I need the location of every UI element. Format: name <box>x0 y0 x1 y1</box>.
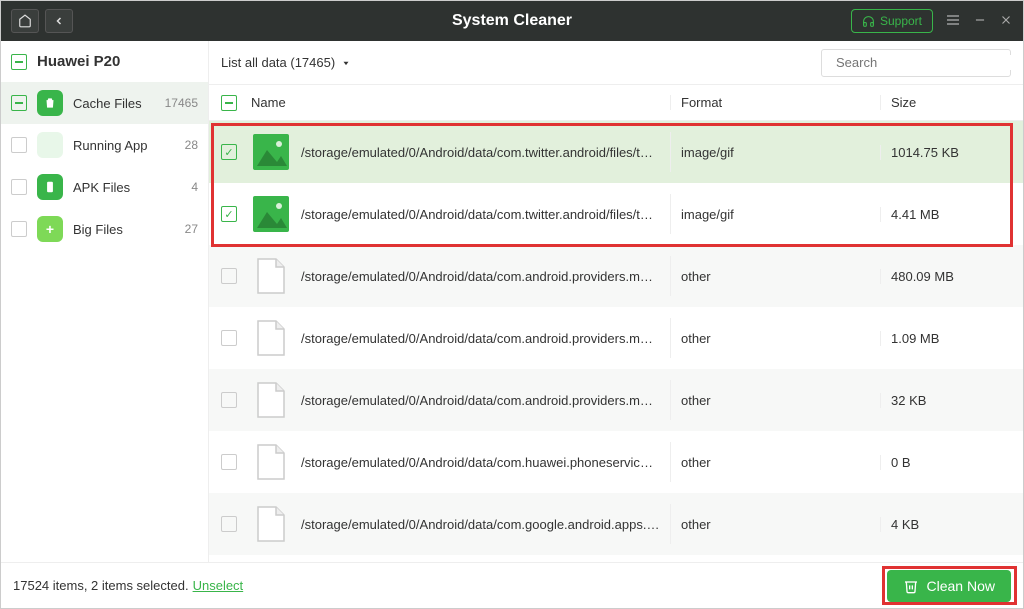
device-row: Huawei P20 <box>1 41 208 82</box>
category-label: Big Files <box>73 222 175 237</box>
row-checkbox[interactable] <box>221 330 237 346</box>
big-files-icon: + <box>37 216 63 242</box>
file-size: 32 KB <box>881 393 1011 408</box>
sidebar-item-running-app[interactable]: Running App 28 <box>1 124 208 166</box>
home-button[interactable] <box>11 9 39 33</box>
file-format: image/gif <box>671 207 881 222</box>
trash-icon <box>903 578 919 594</box>
file-size: 0 B <box>881 455 1011 470</box>
document-icon <box>251 318 291 358</box>
file-size: 480.09 MB <box>881 269 1011 284</box>
category-label: APK Files <box>73 180 181 195</box>
file-format: other <box>671 455 881 470</box>
file-path: /storage/emulated/0/Android/data/com.twi… <box>301 207 660 222</box>
category-checkbox[interactable] <box>11 179 27 195</box>
table-row[interactable]: /storage/emulated/0/Android/data/com.and… <box>209 369 1023 431</box>
row-checkbox[interactable] <box>221 454 237 470</box>
apk-icon <box>37 174 63 200</box>
content-area: List all data (17465) Name Format Size ✓ <box>209 41 1023 562</box>
file-format: other <box>671 269 881 284</box>
file-path: /storage/emulated/0/Android/data/com.and… <box>301 331 660 346</box>
sidebar-item-big-files[interactable]: + Big Files 27 <box>1 208 208 250</box>
document-icon <box>251 256 291 296</box>
sidebar-item-cache-files[interactable]: Cache Files 17465 <box>1 82 208 124</box>
status-text: 17524 items, 2 items selected. <box>13 578 189 593</box>
support-button[interactable]: Support <box>851 9 933 33</box>
row-checkbox[interactable] <box>221 516 237 532</box>
close-icon[interactable] <box>999 13 1013 30</box>
table-row[interactable]: /storage/emulated/0/Android/data/com.and… <box>209 245 1023 307</box>
header-format[interactable]: Format <box>671 95 881 110</box>
file-size: 4.41 MB <box>881 207 1011 222</box>
toolbar: List all data (17465) <box>209 41 1023 85</box>
file-path: /storage/emulated/0/Android/data/com.twi… <box>301 145 660 160</box>
category-count: 27 <box>185 222 198 236</box>
header-size[interactable]: Size <box>881 95 1011 110</box>
chevron-down-icon <box>341 58 351 68</box>
device-name: Huawei P20 <box>37 53 120 70</box>
table-body: ✓ /storage/emulated/0/Android/data/com.t… <box>209 121 1023 562</box>
image-icon <box>251 132 291 172</box>
filter-dropdown[interactable]: List all data (17465) <box>221 55 351 70</box>
category-checkbox[interactable] <box>11 137 27 153</box>
header-name[interactable]: Name <box>251 95 671 110</box>
trash-icon <box>37 90 63 116</box>
file-format: other <box>671 517 881 532</box>
table-header: Name Format Size <box>209 85 1023 121</box>
file-format: other <box>671 393 881 408</box>
file-size: 1.09 MB <box>881 331 1011 346</box>
titlebar: System Cleaner Support <box>1 1 1023 41</box>
clean-now-button[interactable]: Clean Now <box>887 570 1011 602</box>
table-row[interactable]: /storage/emulated/0/Android/data/com.hua… <box>209 431 1023 493</box>
image-icon <box>251 194 291 234</box>
file-format: other <box>671 331 881 346</box>
file-size: 4 KB <box>881 517 1011 532</box>
sidebar: Huawei P20 Cache Files 17465 Running App… <box>1 41 209 562</box>
file-path: /storage/emulated/0/Android/data/com.and… <box>301 393 660 408</box>
table-row[interactable]: /storage/emulated/0/Android/data/com.goo… <box>209 493 1023 555</box>
file-path: /storage/emulated/0/Android/data/com.and… <box>301 269 660 284</box>
document-icon <box>251 504 291 544</box>
category-count: 17465 <box>165 96 198 110</box>
category-label: Cache Files <box>73 96 155 111</box>
search-box[interactable] <box>821 49 1011 77</box>
category-label: Running App <box>73 138 175 153</box>
table-row[interactable]: ✓ /storage/emulated/0/Android/data/com.t… <box>209 183 1023 245</box>
category-count: 28 <box>185 138 198 152</box>
file-size: 1014.75 KB <box>881 145 1011 160</box>
device-checkbox[interactable] <box>11 54 27 70</box>
app-title: System Cleaner <box>452 12 572 30</box>
document-icon <box>251 442 291 482</box>
category-count: 4 <box>191 180 198 194</box>
search-input[interactable] <box>836 55 1012 70</box>
table-row[interactable]: ✓ /storage/emulated/0/Android/data/com.t… <box>209 121 1023 183</box>
footer: 17524 items, 2 items selected. Unselect … <box>1 562 1023 608</box>
menu-icon[interactable] <box>945 12 961 31</box>
minimize-icon[interactable] <box>973 13 987 30</box>
category-checkbox[interactable] <box>11 221 27 237</box>
category-checkbox[interactable] <box>11 95 27 111</box>
row-checkbox[interactable]: ✓ <box>221 206 237 222</box>
back-button[interactable] <box>45 9 73 33</box>
row-checkbox[interactable] <box>221 392 237 408</box>
apps-icon <box>37 132 63 158</box>
document-icon <box>251 380 291 420</box>
file-format: image/gif <box>671 145 881 160</box>
file-path: /storage/emulated/0/Android/data/com.goo… <box>301 517 660 532</box>
row-checkbox[interactable]: ✓ <box>221 144 237 160</box>
unselect-link[interactable]: Unselect <box>193 578 244 593</box>
select-all-checkbox[interactable] <box>221 95 237 111</box>
row-checkbox[interactable] <box>221 268 237 284</box>
sidebar-item-apk-files[interactable]: APK Files 4 <box>1 166 208 208</box>
table-row[interactable]: /storage/emulated/0/Android/data/com.and… <box>209 307 1023 369</box>
file-path: /storage/emulated/0/Android/data/com.hua… <box>301 455 660 470</box>
